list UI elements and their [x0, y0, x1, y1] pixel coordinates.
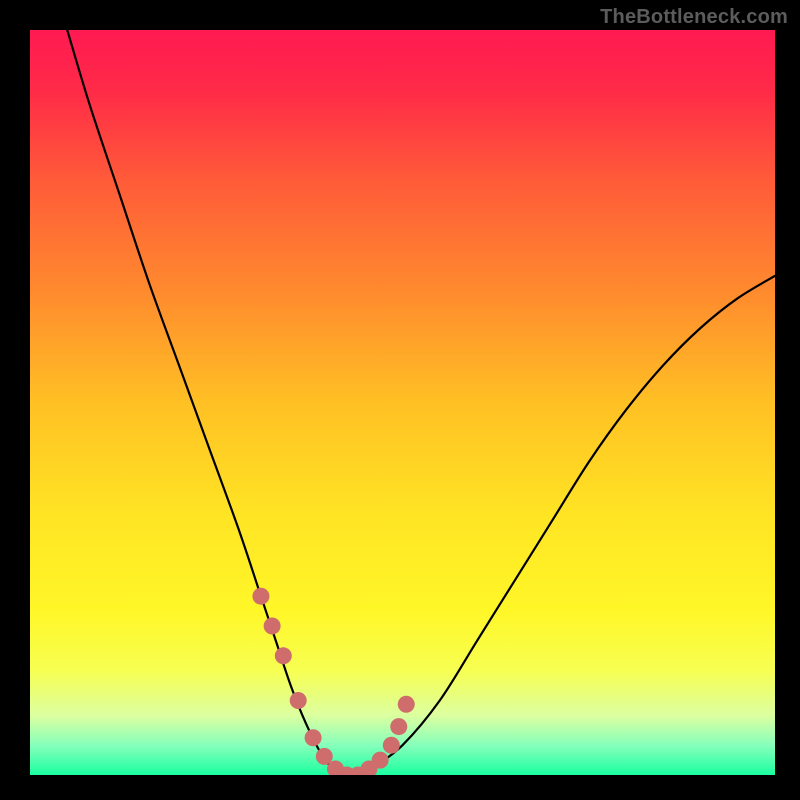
highlight-marker [275, 647, 292, 664]
highlight-marker [372, 752, 389, 769]
highlight-marker [252, 588, 269, 605]
highlight-marker [398, 696, 415, 713]
highlight-marker [290, 692, 307, 709]
highlight-marker [316, 748, 333, 765]
highlight-marker [264, 618, 281, 635]
plot-svg [30, 30, 775, 775]
chart-stage: TheBottleneck.com [0, 0, 800, 800]
plot-area [30, 30, 775, 775]
attribution-label: TheBottleneck.com [600, 6, 788, 29]
gradient-background [30, 30, 775, 775]
highlight-marker [383, 737, 400, 754]
highlight-marker [305, 729, 322, 746]
highlight-marker [390, 718, 407, 735]
